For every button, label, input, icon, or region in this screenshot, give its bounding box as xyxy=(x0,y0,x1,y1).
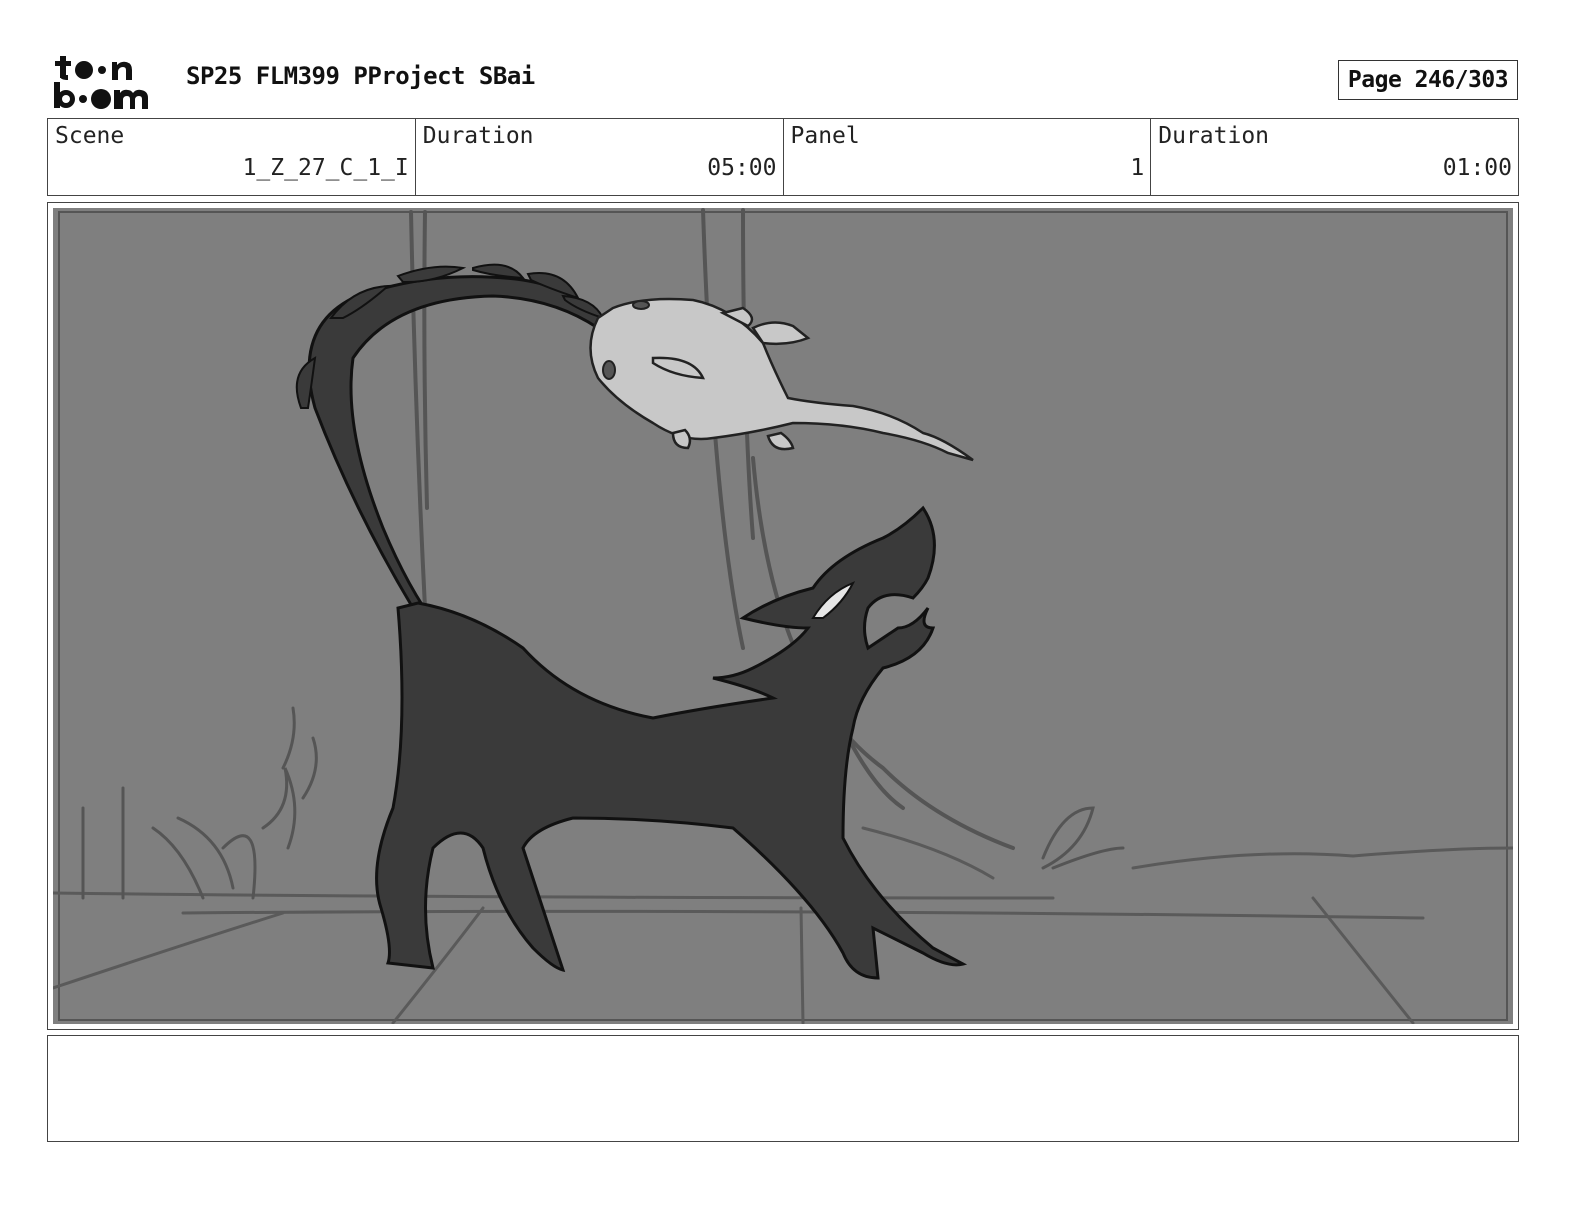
scene-duration-cell: Duration 05:00 xyxy=(416,119,784,195)
storyboard-panel-frame xyxy=(47,202,1519,1030)
panel-duration-value: 01:00 xyxy=(1442,155,1512,181)
panel-duration-label: Duration xyxy=(1158,123,1270,149)
storyboard-panel-image xyxy=(53,208,1513,1024)
project-title: SP25 FLM399 PProject SBai xyxy=(186,62,535,90)
toonboom-logo xyxy=(54,56,148,109)
panel-value: 1 xyxy=(1130,155,1145,181)
scene-duration-value: 05:00 xyxy=(707,155,777,181)
panel-label: Panel xyxy=(790,123,860,149)
scene-label: Scene xyxy=(55,123,125,149)
panel-cell: Panel 1 xyxy=(784,119,1152,195)
axolotl-eye-top xyxy=(632,300,650,310)
scene-duration-label: Duration xyxy=(422,123,534,149)
scene-value: 1_Z_27_C_1_I xyxy=(242,155,409,181)
scene-cell: Scene 1_Z_27_C_1_I xyxy=(48,119,416,195)
panel-duration-cell: Duration 01:00 xyxy=(1151,119,1518,195)
panel-notes[interactable] xyxy=(47,1035,1519,1142)
page-indicator: Page 246/303 xyxy=(1338,60,1518,100)
axolotl-eye xyxy=(602,360,616,380)
scene-info-row: Scene 1_Z_27_C_1_I Duration 05:00 Panel … xyxy=(47,118,1519,196)
